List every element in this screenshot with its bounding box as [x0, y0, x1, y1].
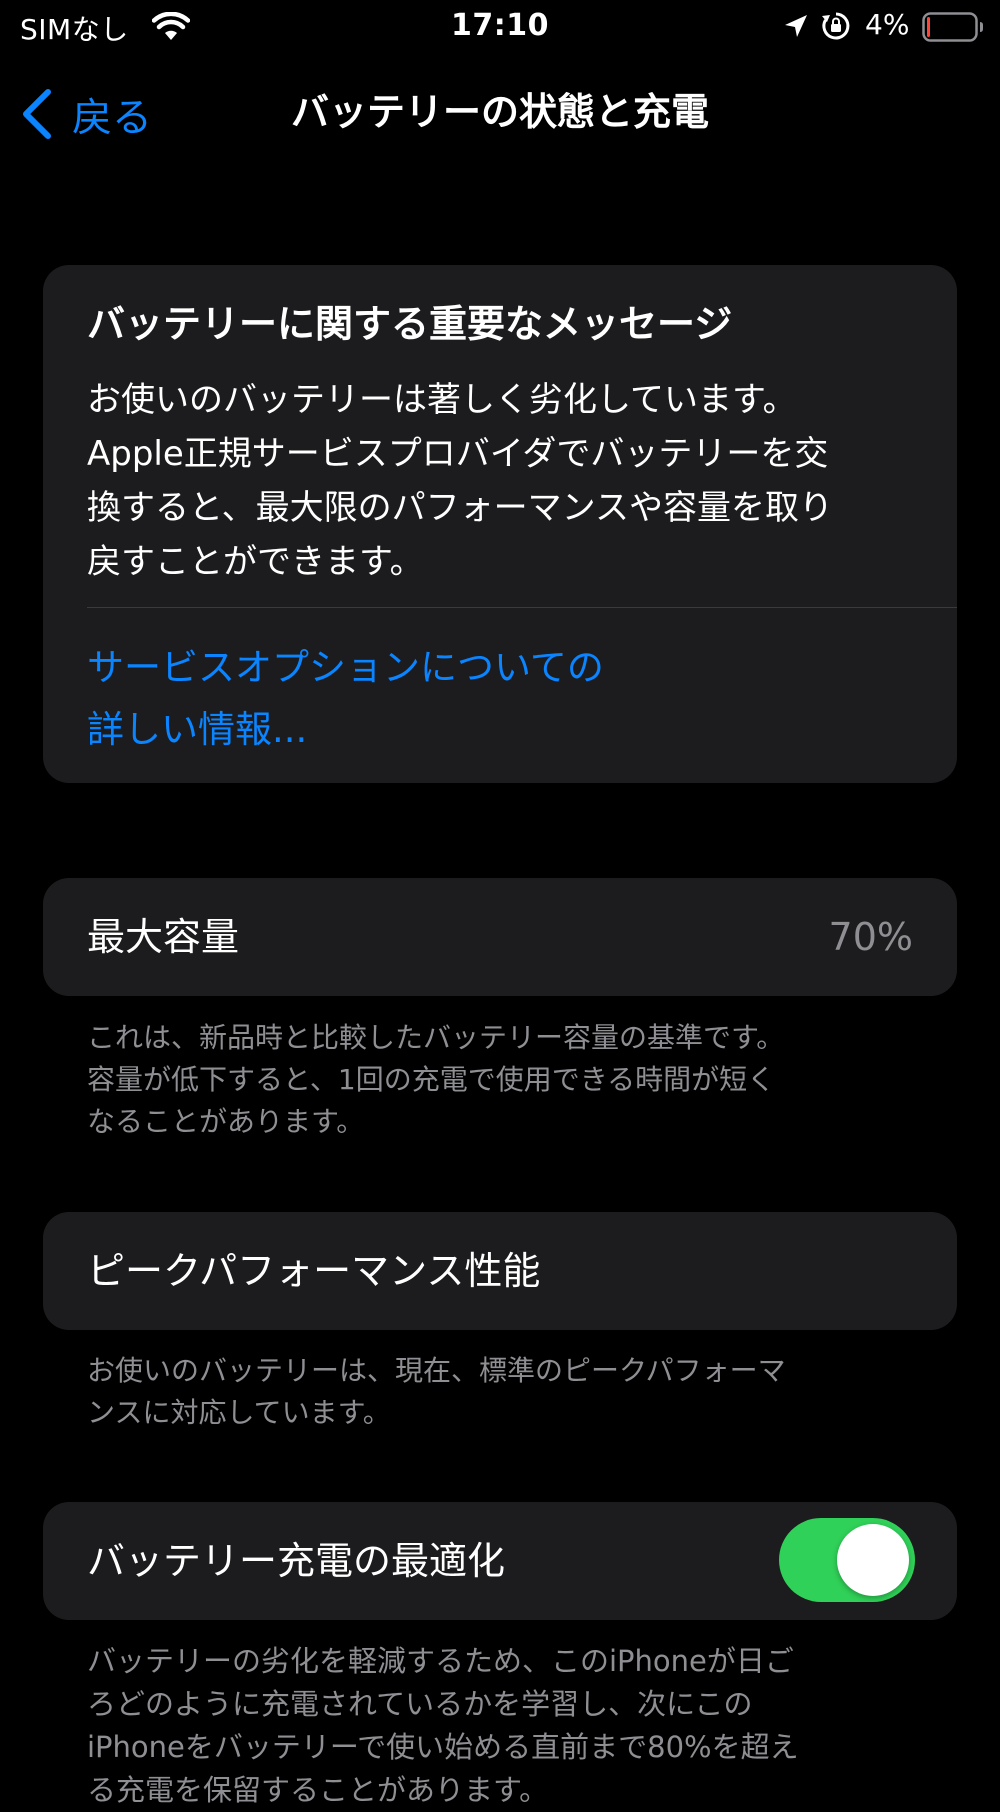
divider [87, 607, 957, 608]
max-capacity-note: これは、新品時と比較したバッテリー容量の基準です。 容量が低下すると、1回の充電… [87, 1021, 785, 1138]
important-message-body: お使いのバッテリーは著しく劣化しています。 Apple正規サービスプロバイダでバ… [87, 380, 833, 582]
orientation-lock-icon [822, 12, 850, 40]
battery-icon [922, 12, 983, 42]
battery-percentage: 4% [865, 8, 910, 41]
max-capacity-label: 最大容量 [87, 915, 240, 959]
service-options-link[interactable]: サービスオプションについての 詳しい情報... [87, 637, 604, 761]
optimized-charging-note: バッテリーの劣化を軽減するため、このiPhoneが日ご ろどのように充電されてい… [87, 1644, 799, 1807]
peak-performance-note: お使いのバッテリーは、現在、標準のピークパフォーマ ンスに対応しています。 [87, 1354, 786, 1429]
location-arrow-icon [785, 15, 807, 37]
max-capacity-value: 70% [828, 915, 913, 959]
status-bar: SIMなし 17:10 4% [0, 0, 1000, 56]
important-message-card: バッテリーに関する重要なメッセージ お使いのバッテリーは著しく劣化しています。 … [43, 265, 957, 783]
optimized-charging-toggle[interactable] [779, 1518, 915, 1602]
max-capacity-row: 最大容量 70% [43, 878, 957, 996]
page-title: バッテリーの状態と充電 [290, 90, 709, 134]
optimized-charging-label: バッテリー充電の最適化 [87, 1539, 506, 1583]
peak-performance-label: ピークパフォーマンス性能 [87, 1249, 541, 1293]
toggle-knob[interactable] [837, 1524, 909, 1596]
optimized-charging-row: バッテリー充電の最適化 [43, 1502, 957, 1620]
important-message-title: バッテリーに関する重要なメッセージ [87, 302, 733, 346]
peak-performance-row: ピークパフォーマンス性能 [43, 1212, 957, 1330]
